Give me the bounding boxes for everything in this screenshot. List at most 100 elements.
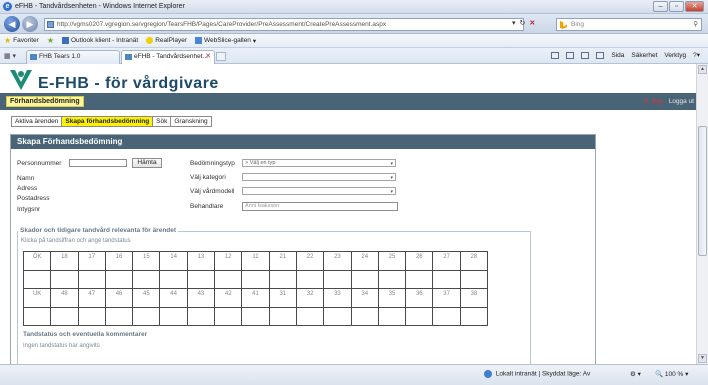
print-icon[interactable] bbox=[596, 51, 605, 59]
address-dropdown-icon[interactable]: ▾ bbox=[512, 19, 516, 27]
tooth-35[interactable]: 35 bbox=[377, 288, 407, 308]
tooth-17[interactable]: 17 bbox=[77, 251, 106, 271]
tooth-16[interactable]: 16 bbox=[104, 251, 134, 271]
protected-mode-icon[interactable]: ⚙ ▾ bbox=[630, 370, 641, 378]
vardmodell-select[interactable]: ▾ bbox=[242, 187, 396, 195]
vertical-scrollbar[interactable]: ▲ ▼ bbox=[696, 64, 708, 364]
fav-link-outlook[interactable]: Outlook klient - Intranät bbox=[62, 37, 138, 44]
tooth-status-cell[interactable] bbox=[132, 269, 161, 289]
tooth-status-cell[interactable] bbox=[241, 269, 270, 289]
refresh-icon[interactable]: ↻ bbox=[520, 19, 526, 27]
tooth-36[interactable]: 36 bbox=[405, 288, 434, 308]
tooth-42[interactable]: 42 bbox=[214, 288, 243, 308]
tooth-status-cell[interactable] bbox=[432, 306, 461, 326]
tooth-status-cell[interactable] bbox=[459, 269, 489, 289]
address-bar[interactable]: http://vgms0207.vgregion.se/vgregion/Tea… bbox=[44, 18, 524, 31]
page-menu[interactable]: Sida bbox=[611, 52, 624, 59]
tooth-24[interactable]: 24 bbox=[350, 251, 379, 271]
tooth-status-cell[interactable] bbox=[459, 306, 489, 326]
tooth-status-cell[interactable] bbox=[405, 306, 434, 326]
scroll-thumb[interactable] bbox=[698, 126, 707, 256]
tooth-34[interactable]: 34 bbox=[350, 288, 379, 308]
tab-skapa-forhandsbedomning[interactable]: Skapa förhandsbedömning bbox=[61, 116, 153, 127]
tab-aktiva-arenden[interactable]: Aktiva ärenden bbox=[11, 116, 62, 127]
tooth-status-cell[interactable] bbox=[323, 269, 352, 289]
tools-menu[interactable]: Verktyg bbox=[664, 52, 686, 59]
search-icon[interactable]: ⚲ bbox=[693, 19, 698, 30]
minimize-button[interactable]: – bbox=[653, 1, 668, 12]
quick-tabs-icon[interactable]: ▦ ▾ bbox=[4, 52, 16, 60]
tooth-status-cell[interactable] bbox=[377, 269, 407, 289]
stop-icon[interactable]: ✕ bbox=[529, 19, 535, 27]
scroll-up-icon[interactable]: ▲ bbox=[698, 65, 707, 74]
tooth-48[interactable]: 48 bbox=[50, 288, 79, 308]
logout-link[interactable]: Logga ut bbox=[669, 98, 694, 105]
tooth-14[interactable]: 14 bbox=[159, 251, 188, 271]
tooth-23[interactable]: 23 bbox=[323, 251, 352, 271]
tooth-status-cell[interactable] bbox=[323, 306, 352, 326]
home-icon[interactable] bbox=[551, 51, 560, 59]
browser-tab-efhb[interactable]: eFHB - Tandvårdsenhet... ✕ bbox=[121, 50, 215, 64]
tooth-37[interactable]: 37 bbox=[432, 288, 461, 308]
browser-tab-fhb-tears[interactable]: FHB Tears 1.0 bbox=[26, 50, 120, 64]
bedomningstyp-select[interactable]: > Välj en typ ▾ bbox=[242, 159, 396, 167]
tooth-31[interactable]: 31 bbox=[268, 288, 297, 308]
tab-granskning[interactable]: Granskning bbox=[170, 116, 212, 127]
tooth-13[interactable]: 13 bbox=[186, 251, 216, 271]
tooth-status-cell[interactable] bbox=[77, 306, 106, 326]
tooth-46[interactable]: 46 bbox=[104, 288, 134, 308]
hamta-button[interactable]: Hämta bbox=[132, 158, 162, 168]
new-tab-button[interactable] bbox=[216, 52, 226, 61]
tooth-status-cell[interactable] bbox=[50, 269, 79, 289]
tooth-status-cell[interactable] bbox=[268, 269, 297, 289]
tooth-26[interactable]: 26 bbox=[405, 251, 434, 271]
tooth-32[interactable]: 32 bbox=[295, 288, 325, 308]
tooth-status-cell[interactable] bbox=[350, 269, 379, 289]
tooth-47[interactable]: 47 bbox=[77, 288, 106, 308]
tooth-25[interactable]: 25 bbox=[377, 251, 407, 271]
close-tab-icon[interactable]: ✕ bbox=[205, 51, 211, 63]
close-window-button[interactable]: ✕ bbox=[685, 1, 704, 12]
tooth-27[interactable]: 27 bbox=[432, 251, 461, 271]
safety-menu[interactable]: Säkerhet bbox=[631, 52, 657, 59]
tooth-status-cell[interactable] bbox=[104, 306, 134, 326]
tooth-status-cell[interactable] bbox=[241, 306, 270, 326]
tooth-status-cell[interactable] bbox=[50, 306, 79, 326]
add-favorite-button[interactable]: ★ bbox=[47, 36, 54, 45]
feeds-icon[interactable] bbox=[566, 51, 575, 59]
maximize-button[interactable]: ▫ bbox=[669, 1, 684, 12]
behandlare-input[interactable]: Anni Isaksson bbox=[242, 202, 398, 211]
tooth-status-cell[interactable] bbox=[295, 306, 325, 326]
tab-sok[interactable]: Sök bbox=[152, 116, 171, 127]
personnummer-input[interactable] bbox=[69, 159, 127, 167]
fav-link-webslice[interactable]: WebSlice-gallen ▾ bbox=[195, 37, 256, 45]
zoom-control[interactable]: 🔍 100 % ▾ bbox=[655, 370, 688, 378]
tooth-status-cell[interactable] bbox=[77, 269, 106, 289]
tooth-45[interactable]: 45 bbox=[132, 288, 161, 308]
fav-link-realplayer[interactable]: RealPlayer bbox=[146, 37, 187, 44]
search-box[interactable]: Bing ⚲ bbox=[556, 18, 702, 31]
tooth-status-cell[interactable] bbox=[159, 306, 188, 326]
tooth-status-cell[interactable] bbox=[377, 306, 407, 326]
tooth-status-cell[interactable] bbox=[350, 306, 379, 326]
tooth-status-cell[interactable] bbox=[214, 269, 243, 289]
kategori-select[interactable]: ▾ bbox=[242, 173, 396, 181]
help-icon[interactable]: ?▾ bbox=[693, 51, 700, 59]
tooth-22[interactable]: 22 bbox=[295, 251, 325, 271]
tooth-status-cell[interactable] bbox=[268, 306, 297, 326]
forward-button[interactable]: ▶ bbox=[22, 16, 38, 32]
mail-icon[interactable] bbox=[581, 51, 590, 59]
tooth-38[interactable]: 38 bbox=[459, 288, 489, 308]
tooth-status-cell[interactable] bbox=[159, 269, 188, 289]
tooth-11[interactable]: 11 bbox=[241, 251, 270, 271]
tooth-33[interactable]: 33 bbox=[323, 288, 352, 308]
tooth-status-cell[interactable] bbox=[295, 269, 325, 289]
scroll-down-icon[interactable]: ▼ bbox=[698, 354, 707, 363]
tooth-15[interactable]: 15 bbox=[132, 251, 161, 271]
tooth-status-cell[interactable] bbox=[214, 306, 243, 326]
favorites-button[interactable]: ★ Favoriter bbox=[4, 36, 39, 45]
tooth-status-cell[interactable] bbox=[432, 269, 461, 289]
tooth-21[interactable]: 21 bbox=[268, 251, 297, 271]
tooth-status-cell[interactable] bbox=[186, 306, 216, 326]
tooth-18[interactable]: 18 bbox=[50, 251, 79, 271]
